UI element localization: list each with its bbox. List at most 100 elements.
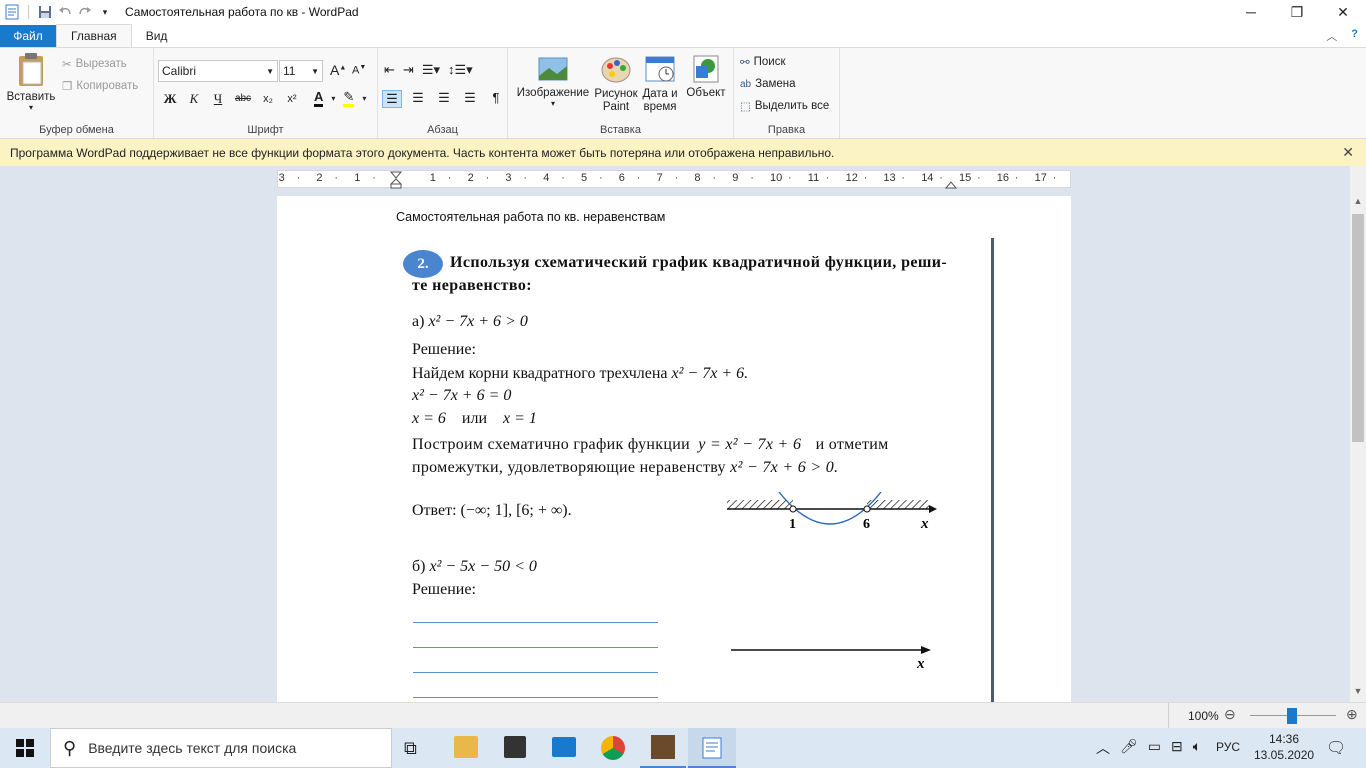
underline-button[interactable]: Ч xyxy=(210,91,226,107)
system-clock[interactable]: 14:36 13.05.2020 xyxy=(1254,731,1314,763)
maximize-button[interactable]: ❐ xyxy=(1274,0,1320,24)
ruler-tick-dot: · xyxy=(1014,172,1019,184)
close-button[interactable]: ✕ xyxy=(1320,0,1366,24)
zoom-out-icon[interactable]: ⊖ xyxy=(1224,706,1236,723)
scroll-thumb[interactable] xyxy=(1352,214,1364,442)
notifications-icon[interactable]: 🗨︎ xyxy=(1326,738,1346,758)
cut-label: Вырезать xyxy=(75,58,127,70)
show-hidden-icons-icon[interactable]: ︿ xyxy=(1096,738,1110,758)
store-icon[interactable] xyxy=(504,736,526,758)
align-left-button[interactable]: ☰ xyxy=(382,90,402,108)
ruler-tick-dot: · xyxy=(863,172,868,184)
vertical-scrollbar[interactable]: ▲ ▼ xyxy=(1350,196,1366,702)
font-name-select[interactable]: Calibri ▼ xyxy=(158,60,278,82)
photo-app-icon xyxy=(651,735,675,759)
insert-image-button[interactable]: Изображение ▾ xyxy=(512,54,594,108)
cut-button[interactable]: ✂ Вырезать xyxy=(62,54,138,74)
select-all-button[interactable]: ⬚ Выделить все xyxy=(740,96,829,116)
scroll-up-icon[interactable]: ▲ xyxy=(1350,196,1366,212)
taskbar-app-wordpad[interactable] xyxy=(688,728,736,768)
align-center-button[interactable]: ☰ xyxy=(408,90,428,108)
taskbar-app-photo[interactable] xyxy=(640,728,686,768)
highlight-icon[interactable]: ✎ xyxy=(343,90,355,107)
paragraph-dialog-icon[interactable]: ¶ xyxy=(486,90,506,108)
bold-button[interactable]: Ж xyxy=(162,91,178,107)
superscript-button[interactable]: x² xyxy=(284,93,300,105)
scroll-down-icon[interactable]: ▼ xyxy=(1350,686,1366,702)
font-group: Calibri ▼ 11 ▼ A▲ A▼ Ж К Ч abc x₂ x² A ▾… xyxy=(154,48,378,138)
mail-icon[interactable] xyxy=(552,737,576,757)
paste-button[interactable]: Вставить ▾ xyxy=(6,52,56,112)
clipboard-group: Вставить ▾ ✂ Вырезать ❐ Копировать Буфер о… xyxy=(0,48,154,138)
indent-marker-icon[interactable] xyxy=(390,171,402,189)
replace-label: Замена xyxy=(755,78,796,90)
equation: x² − 7x + 6 = 0 xyxy=(412,387,512,404)
root-point-2 xyxy=(863,505,871,513)
answer-line xyxy=(413,622,658,623)
chevron-down-icon[interactable]: ▾ xyxy=(331,94,335,103)
axis-arrow xyxy=(929,505,937,513)
tab-file[interactable]: Файл xyxy=(0,25,56,47)
ruler-tick-dot: · xyxy=(939,172,943,184)
font-name-value: Calibri xyxy=(162,64,197,78)
start-button[interactable] xyxy=(0,728,50,768)
clock-date: 13.05.2020 xyxy=(1254,748,1315,762)
replace-button[interactable]: ab Замена xyxy=(740,74,829,94)
answer-line xyxy=(413,647,658,648)
align-right-button[interactable]: ☰ xyxy=(434,90,454,108)
ruler-tick-dot: · xyxy=(636,172,641,184)
undo-icon[interactable] xyxy=(57,4,73,20)
zoom-slider-thumb[interactable] xyxy=(1287,708,1297,724)
file-explorer-icon[interactable] xyxy=(454,736,478,758)
plot-line-1-text: Построим схематично график функции xyxy=(412,436,690,453)
input-language[interactable]: РУС xyxy=(1216,740,1240,754)
justify-button[interactable]: ☰ xyxy=(460,90,480,108)
save-icon[interactable] xyxy=(37,4,53,20)
insert-object-button[interactable]: Объект xyxy=(682,54,730,99)
strikethrough-button[interactable]: abc xyxy=(234,93,252,104)
ruler-tick-label: 17 xyxy=(1034,172,1047,184)
chrome-icon[interactable] xyxy=(601,736,625,760)
redo-icon[interactable] xyxy=(77,4,93,20)
network-icon[interactable]: ⊟ xyxy=(1171,738,1183,758)
grow-font-icon[interactable]: A▲ xyxy=(330,62,346,78)
tab-home[interactable]: Главная xyxy=(56,24,132,47)
battery-icon[interactable]: ▭ xyxy=(1148,738,1161,758)
ruler-tick-label: 9 xyxy=(732,172,739,184)
infobar-close-icon[interactable]: ✕ xyxy=(1342,144,1354,161)
customize-qat-icon[interactable]: ▾ xyxy=(97,4,113,20)
copy-button[interactable]: ❐ Копировать xyxy=(62,76,138,96)
chevron-down-icon[interactable]: ▾ xyxy=(362,94,366,103)
zoom-in-icon[interactable]: ⊕ xyxy=(1346,706,1358,723)
find-button[interactable]: ⚯ Поиск xyxy=(740,52,829,72)
increase-indent-icon[interactable]: ⇥ xyxy=(403,62,414,78)
help-icon[interactable]: ? xyxy=(1351,28,1358,44)
line-spacing-icon[interactable]: ↕☰▾ xyxy=(448,62,473,78)
document-page[interactable]: Самостоятельная работа по кв. неравенств… xyxy=(277,196,1071,702)
shrink-font-icon[interactable]: A▼ xyxy=(352,64,366,77)
task-view-icon[interactable]: ⧉ xyxy=(404,738,417,759)
font-size-select[interactable]: 11 ▼ xyxy=(279,60,323,82)
bullets-icon[interactable]: ☰▾ xyxy=(422,62,440,78)
plot-line-1-tail: и отметим xyxy=(815,436,889,453)
window-title: Самостоятельная работа по кв - WordPad xyxy=(125,5,359,19)
font-color-button[interactable]: A xyxy=(314,90,324,107)
minimize-button[interactable]: ─ xyxy=(1228,0,1274,24)
collapse-ribbon-icon[interactable]: ︿ xyxy=(1326,28,1337,44)
tab-view[interactable]: Вид xyxy=(132,24,182,47)
date-time-button[interactable]: Дата и время xyxy=(640,54,680,114)
volume-icon[interactable]: 🔈︎ xyxy=(1193,738,1201,758)
compatibility-infobar: Программа WordPad поддерживает не все фу… xyxy=(0,139,1366,166)
decrease-indent-icon[interactable]: ⇤ xyxy=(384,62,395,78)
taskbar-search-box[interactable]: ⚲ Введите здесь текст для поиска xyxy=(50,728,392,768)
ruler[interactable]: 3 · 2 · 1 · 1 · 2 · 3 · 4 · 5 · 6 · 7 · 8 · 9 · 10 · 11 · 12 · 13 · 14 · 1… xyxy=(277,170,1071,189)
right-indent-marker-icon[interactable] xyxy=(945,177,957,189)
hatch-right xyxy=(867,500,929,509)
paragraph-group-label: Абзац xyxy=(427,124,458,136)
subscript-button[interactable]: x₂ xyxy=(260,93,276,105)
wordpad-app-icon[interactable] xyxy=(4,4,20,20)
italic-button[interactable]: К xyxy=(186,91,202,107)
paint-drawing-button[interactable]: Рисунок Paint xyxy=(594,54,638,114)
infobar-text: Программа WordPad поддерживает не все фу… xyxy=(10,145,835,160)
microphone-icon[interactable]: 🎤︎ xyxy=(1120,738,1138,758)
